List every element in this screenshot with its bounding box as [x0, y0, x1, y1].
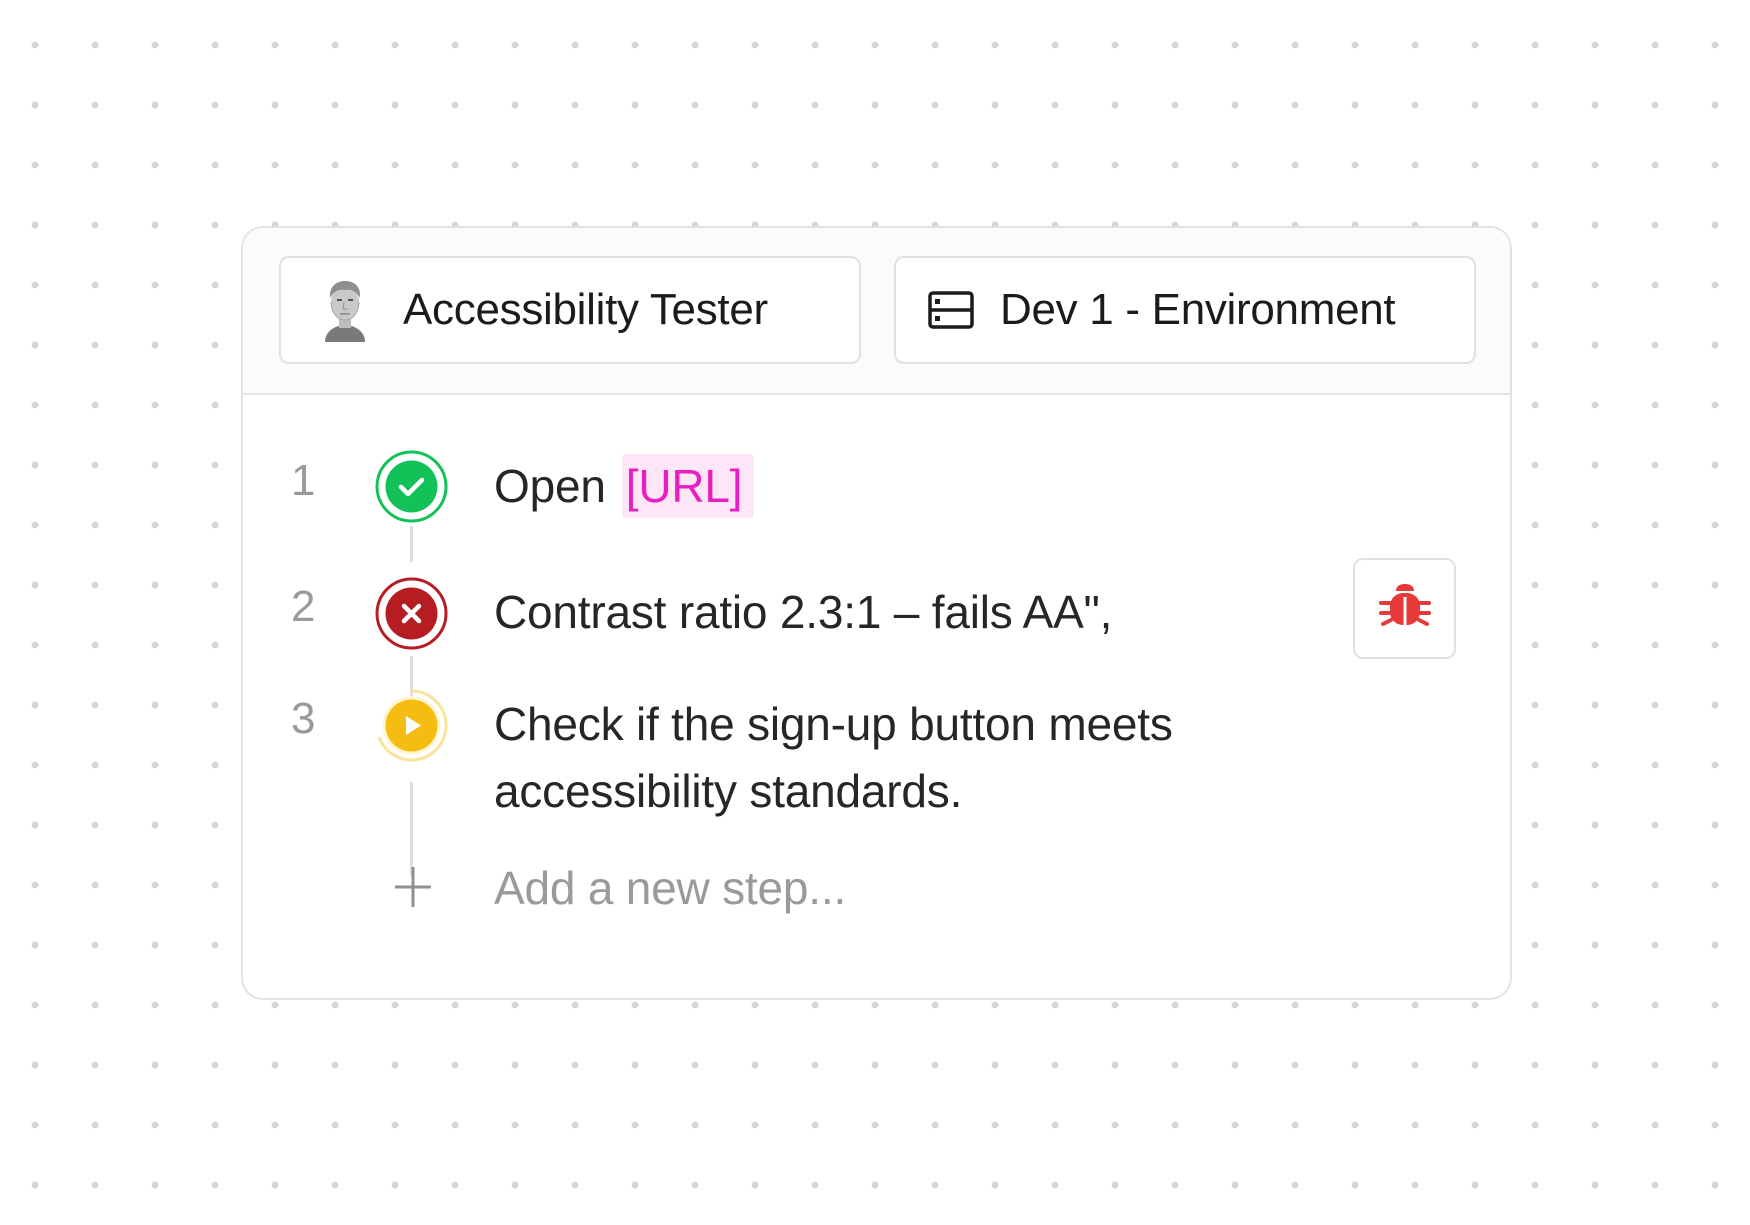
environment-label: Dev 1 - Environment — [1000, 285, 1396, 334]
step-number: 1 — [291, 456, 316, 505]
step-text: Open — [494, 460, 606, 512]
check-circle-icon — [375, 450, 448, 523]
add-step-row: Add a new step... — [243, 853, 1510, 923]
url-variable-token[interactable]: [URL] — [621, 454, 755, 518]
card-header: Accessibility Tester Dev 1 - Environment — [243, 228, 1510, 395]
step-text-line-1: Check if the sign-up button meets — [494, 698, 1173, 750]
plus-icon[interactable] — [393, 865, 433, 909]
step-number: 2 — [291, 582, 316, 631]
persona-label: Accessibility Tester — [403, 285, 768, 334]
step-text: Contrast ratio 2.3:1 – fails AA", — [494, 586, 1113, 638]
play-circle-icon — [375, 689, 448, 762]
report-bug-button[interactable] — [1353, 558, 1456, 659]
persona-selector[interactable]: Accessibility Tester — [279, 256, 861, 364]
bug-icon — [1378, 583, 1431, 634]
server-icon — [928, 291, 974, 329]
add-step-input[interactable]: Add a new step... — [494, 853, 846, 923]
timeline-connector — [410, 526, 413, 562]
environment-selector[interactable]: Dev 1 - Environment — [894, 256, 1476, 364]
step-text-line-2: accessibility standards. — [494, 765, 963, 817]
test-case-card: Accessibility Tester Dev 1 - Environment… — [241, 226, 1512, 1000]
x-circle-icon — [375, 577, 448, 650]
step-number: 3 — [291, 694, 316, 743]
person-avatar-icon — [321, 278, 369, 342]
